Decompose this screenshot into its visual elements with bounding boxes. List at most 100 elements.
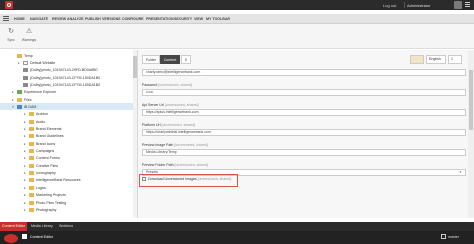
tree-item[interactable]: ▸ Creative Files <box>0 162 133 169</box>
tree-item[interactable]: ▸ Campaigns <box>0 148 133 155</box>
dock-content-editor[interactable]: Content Editor <box>22 234 53 239</box>
tab-publish[interactable]: PUBLISH <box>85 17 101 21</box>
password-label: Password [unversioned, shared] <box>142 83 193 87</box>
sitecore-logo-icon[interactable] <box>5 1 13 9</box>
tree-item-label: Default Website <box>30 60 56 65</box>
tab-presentation[interactable]: PRESENTATION <box>146 17 174 21</box>
search-icon[interactable]: ⚲ <box>181 55 191 64</box>
application-taskbar: Content Editor Media Library Workbox <box>0 222 474 231</box>
sync-button[interactable]: ↻ Sync <box>2 26 20 46</box>
expand-arrow-icon[interactable]: ▸ <box>24 208 28 212</box>
tree-item[interactable]: ▸ Brand Elements <box>0 126 133 133</box>
tree-item[interactable]: {Dolby}photo_101947143-29FD-BD0A8B0 <box>0 67 133 74</box>
tree-item[interactable]: ▸ Photography <box>0 206 133 213</box>
tab-versions[interactable]: VERSIONS <box>102 17 121 21</box>
media-icon <box>23 75 28 80</box>
tab-configure[interactable]: CONFIGURE <box>122 17 144 21</box>
tree-item[interactable]: ▸ Marketing Projects <box>0 192 133 199</box>
download-unversioned-images-row[interactable]: Download Unversioned Images [unversioned… <box>142 177 231 181</box>
expand-arrow-icon[interactable]: ▸ <box>24 186 28 190</box>
tree-item-label: Logos <box>36 185 46 190</box>
tab-content[interactable]: Content <box>160 55 180 64</box>
folder-icon <box>17 53 22 58</box>
tree-scrollbar[interactable] <box>133 50 137 218</box>
tree-item[interactable]: Temp <box>0 52 133 59</box>
expand-arrow-icon[interactable]: ▸ <box>24 120 28 124</box>
database-icon <box>441 234 446 239</box>
folder-icon <box>29 112 34 117</box>
tab-security[interactable]: SECURITY <box>174 17 192 21</box>
user-name[interactable]: Administrator <box>407 3 431 8</box>
expand-arrow-icon[interactable]: ▸ <box>18 61 22 65</box>
ribbon-menu-icon[interactable] <box>3 16 9 22</box>
email-field[interactable]: charly.ramo@intelligencebank.com <box>142 69 466 76</box>
tab-home[interactable]: HOME <box>14 17 25 21</box>
expand-arrow-icon[interactable]: ▸ <box>24 149 28 153</box>
platform-url-label: Platform Url [unversioned, shared] <box>142 123 196 127</box>
warnings-label: Warnings <box>21 38 37 42</box>
tree-item[interactable]: ▸ Brand Guidelines <box>0 133 133 140</box>
expand-arrow-icon[interactable]: ▸ <box>24 156 28 160</box>
api-server-url-field[interactable]: https://apius.intelligencebank.com <box>142 109 466 116</box>
password-field[interactable]: •••••• <box>142 89 466 96</box>
tree-item-label: Brand Elements <box>36 127 62 131</box>
version-select[interactable]: 1 <box>448 55 462 64</box>
tree-item-label: {Dolby}photo_101947143-29FD-BD0A8B0 <box>30 68 98 73</box>
tree-item[interactable]: ▸ Content Forms <box>0 155 133 162</box>
tab-navigate[interactable]: NAVIGATE <box>30 17 48 21</box>
expand-arrow-icon[interactable]: ▸ <box>24 112 28 116</box>
tree-item[interactable]: ▸ Logos <box>0 184 133 191</box>
chevron-down-icon: ▼ <box>459 170 462 174</box>
database-indicator[interactable]: master <box>441 234 459 239</box>
avatar[interactable] <box>454 1 462 9</box>
tree-item[interactable]: ▸ Archive <box>0 111 133 118</box>
green-icon <box>17 90 22 95</box>
language-select[interactable]: English <box>426 55 446 64</box>
language-flag-icon[interactable] <box>410 55 424 64</box>
top-bar: Log out Administrator <box>0 0 474 10</box>
expand-arrow-icon[interactable]: ▸ <box>12 98 16 102</box>
expand-arrow-icon[interactable]: ▾ <box>12 105 16 109</box>
tree-item[interactable]: ▸ Files <box>0 96 133 103</box>
folder-icon <box>17 97 22 102</box>
expand-arrow-icon[interactable]: ▸ <box>24 164 28 168</box>
tree-item[interactable]: ▸ Audio <box>0 118 133 125</box>
platform-url-field[interactable]: https://charlymintrial.intelligencebank.… <box>142 129 466 136</box>
download-unversioned-images-checkbox[interactable] <box>142 177 146 181</box>
start-button-icon[interactable] <box>4 234 18 243</box>
expand-arrow-icon[interactable]: ▸ <box>24 142 28 146</box>
warnings-button[interactable]: ⚠ Warnings <box>19 26 39 46</box>
divider <box>404 2 405 8</box>
ribbon-tabs: HOME NAVIGATE REVIEW ANALYZE PUBLISH VER… <box>0 14 474 24</box>
folder-icon <box>29 149 34 154</box>
logout-link[interactable]: Log out <box>383 3 396 8</box>
tree-item[interactable]: ▾ IB DAM <box>0 103 133 111</box>
tab-my-toolbar[interactable]: MY TOOLBAR <box>206 17 230 21</box>
tree-item[interactable]: ▸ Experience Explorer <box>0 89 133 96</box>
tree-item[interactable]: ▸ Default Website <box>0 59 133 66</box>
tab-folder[interactable]: Folder <box>142 55 160 64</box>
tree-item[interactable]: ▸ Brand Icons <box>0 140 133 147</box>
expand-arrow-icon[interactable]: ▸ <box>12 90 16 94</box>
tree-item[interactable]: ▸ Photo Files Testing <box>0 199 133 206</box>
expand-arrow-icon[interactable]: ▸ <box>24 171 28 175</box>
task-media-library[interactable]: Media Library <box>29 222 55 231</box>
task-workbox[interactable]: Workbox <box>57 222 75 231</box>
task-content-editor[interactable]: Content Editor <box>0 222 27 231</box>
tree-item[interactable]: ▸ Iconography <box>0 170 133 177</box>
menu-icon[interactable] <box>465 2 470 8</box>
tab-analyze[interactable]: ANALYZE <box>67 17 84 21</box>
expand-arrow-icon[interactable]: ▸ <box>24 201 28 205</box>
tab-review[interactable]: REVIEW <box>52 17 66 21</box>
tab-view[interactable]: VIEW <box>194 17 203 21</box>
tree-item[interactable]: {Dolby}photo_101947143-CF7M-150DA1B0 <box>0 81 133 88</box>
editor-scrollbar[interactable] <box>468 50 474 218</box>
tree-item[interactable]: ▸ IntelligenceBank Resources <box>0 177 133 184</box>
expand-arrow-icon[interactable]: ▸ <box>24 134 28 138</box>
expand-arrow-icon[interactable]: ▸ <box>24 178 28 182</box>
media-icon <box>23 82 28 87</box>
tree-item[interactable]: {Dolby}photo_101947143-CF7M-150DA1B0 <box>0 74 133 81</box>
preview-image-path-field[interactable]: Media Library/Temp <box>142 149 466 156</box>
expand-arrow-icon[interactable]: ▸ <box>24 193 28 197</box>
expand-arrow-icon[interactable]: ▸ <box>24 127 28 131</box>
